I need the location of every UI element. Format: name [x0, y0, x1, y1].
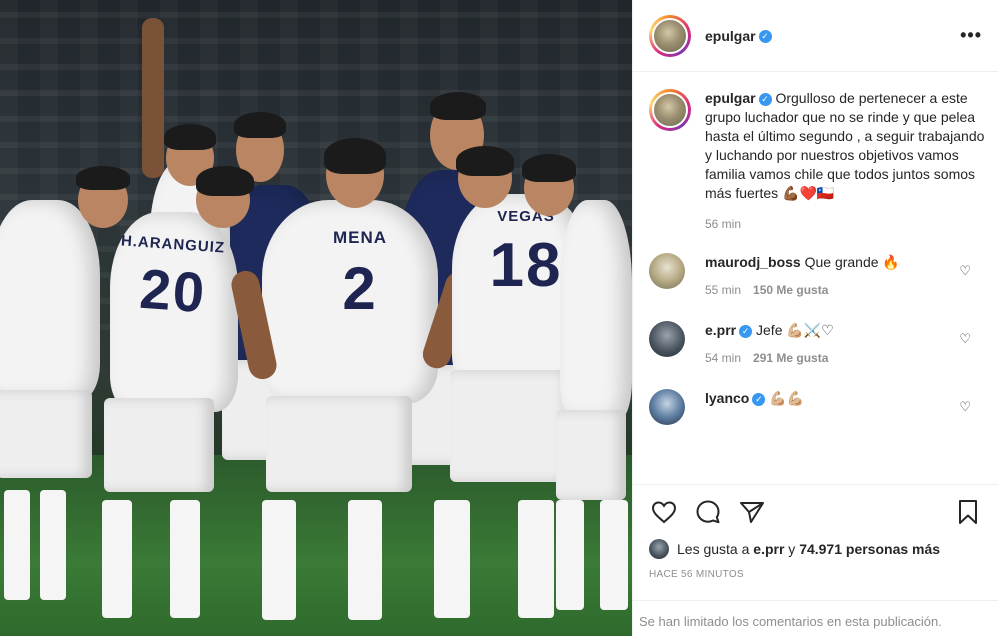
caption-body: Orgulloso de pertenecer a este grupo luc… — [705, 90, 985, 201]
author-avatar-image — [652, 17, 688, 54]
player-hair — [324, 138, 386, 174]
comment-time: 54 min — [705, 351, 742, 365]
post-sidebar: epulgar ✓ ••• epulgar ✓ Orgulloso de perte… — [632, 0, 998, 636]
comment-heart-icon[interactable]: ♡ — [959, 263, 971, 279]
verified-badge-icon: ✓ — [739, 324, 753, 338]
author-username[interactable]: epulgar ✓ — [705, 28, 772, 44]
heart-icon-svg — [651, 501, 677, 524]
caption-avatar[interactable] — [649, 89, 691, 131]
player-shorts — [266, 396, 412, 492]
likes-user[interactable]: e.prr — [753, 541, 784, 557]
player-shorts — [104, 398, 214, 492]
player-hair — [76, 166, 130, 190]
comment-time: 55 min — [705, 283, 742, 297]
likes-count[interactable]: 74.971 personas más — [799, 541, 940, 557]
jersey-number: 20 — [137, 256, 209, 325]
player-hair — [522, 154, 576, 182]
liker-avatar[interactable] — [649, 539, 669, 559]
comment-avatar[interactable] — [649, 389, 685, 425]
player-sock — [102, 500, 132, 618]
verified-badge-icon: ✓ — [758, 30, 772, 44]
comment-item: lyanco ✓ 💪🏼💪🏼 ♡ — [649, 389, 983, 425]
comment-item: e.prr ✓ Jefe 💪🏼⚔️♡ 54 min 291 Me gusta ♡ — [649, 321, 983, 367]
comment-avatar[interactable] — [649, 253, 685, 289]
comments-limited-notice: Se han limitado los comentarios en esta … — [633, 600, 998, 629]
comment-username[interactable]: lyanco — [705, 390, 749, 406]
player-right — [560, 200, 632, 420]
comment-icon-svg — [696, 500, 720, 524]
caption-username[interactable]: epulgar — [705, 90, 756, 106]
player-hair — [196, 166, 254, 196]
player-left — [0, 200, 100, 400]
jersey-number: 2 — [342, 255, 378, 322]
caption-row: epulgar ✓ Orgulloso de pertenecer a este … — [649, 89, 984, 231]
verified-badge-icon: ✓ — [752, 392, 766, 406]
player-sock — [4, 490, 30, 600]
comment-meta: 54 min 291 Me gusta — [705, 349, 945, 367]
paper-plane-icon-svg — [740, 502, 764, 523]
player-shorts — [450, 370, 572, 482]
comment-heart-icon[interactable]: ♡ — [959, 399, 971, 415]
player-raised-arm — [142, 18, 164, 178]
comment-likes[interactable]: 291 Me gusta — [753, 351, 828, 365]
comment-text: Jefe 💪🏼⚔️♡ — [756, 322, 834, 338]
comment-body: lyanco ✓ 💪🏼💪🏼 — [705, 389, 945, 425]
verified-badge-icon: ✓ — [758, 92, 772, 106]
comment-likes[interactable]: 150 Me gusta — [753, 283, 828, 297]
caption-text: epulgar ✓ Orgulloso de pertenecer a este … — [705, 89, 989, 203]
paper-plane-icon[interactable] — [737, 497, 767, 527]
comment-text: Que grande 🔥 — [804, 254, 900, 270]
player-sock — [600, 500, 628, 610]
caption-avatar-image — [652, 92, 688, 128]
likes-joiner: y — [788, 541, 796, 557]
comment-avatar[interactable] — [649, 321, 685, 357]
player-hair — [456, 146, 514, 176]
likes-summary[interactable]: Les gusta a e.prr y 74.971 personas más — [649, 539, 983, 559]
player-shorts — [556, 410, 626, 500]
post-header: epulgar ✓ ••• — [633, 0, 998, 72]
comment-username[interactable]: e.prr — [705, 322, 736, 338]
likes-prefix: Les gusta a — [677, 541, 750, 557]
player-hair — [234, 112, 286, 138]
bookmark-icon[interactable] — [953, 497, 983, 527]
player-sock — [518, 500, 554, 618]
player-hair — [164, 124, 216, 150]
comments-list[interactable]: epulgar ✓ Orgulloso de pertenecer a este … — [633, 73, 998, 484]
comment-heart-icon[interactable]: ♡ — [959, 331, 971, 347]
post-photo[interactable]: H.ARANGUIZ 20 MENA 2 VEGAS 18 — [0, 0, 632, 636]
author-avatar[interactable] — [649, 14, 691, 57]
player-sock — [170, 500, 200, 618]
jersey-name: MENA — [332, 228, 388, 247]
player-sock — [348, 500, 382, 620]
comment-icon[interactable] — [693, 497, 723, 527]
player-sock — [434, 500, 470, 618]
comment-text: 💪🏼💪🏼 — [769, 390, 805, 406]
caption-time: 56 min — [705, 217, 989, 231]
comment-item: maurodj_boss Que grande 🔥 55 min 150 Me g… — [649, 253, 983, 299]
bookmark-icon-svg — [959, 500, 977, 524]
more-options-icon[interactable]: ••• — [960, 25, 982, 46]
player-hair — [430, 92, 486, 120]
player-sock — [556, 500, 584, 610]
heart-icon[interactable] — [649, 497, 679, 527]
player-shorts — [0, 390, 92, 478]
player-sock — [262, 500, 296, 620]
author-username-text: epulgar — [705, 27, 756, 44]
comment-body: e.prr ✓ Jefe 💪🏼⚔️♡ 54 min 291 Me gusta — [705, 321, 945, 367]
comment-meta: 55 min 150 Me gusta — [705, 281, 945, 299]
action-icons — [649, 497, 983, 527]
post-timestamp[interactable]: HACE 56 MINUTOS — [649, 569, 983, 580]
caption-time-text: 56 min — [705, 217, 742, 231]
player-sock — [40, 490, 66, 600]
post-actions: Les gusta a e.prr y 74.971 personas más … — [633, 484, 998, 580]
comment-body: maurodj_boss Que grande 🔥 55 min 150 Me g… — [705, 253, 945, 299]
comment-username[interactable]: maurodj_boss — [705, 254, 801, 270]
